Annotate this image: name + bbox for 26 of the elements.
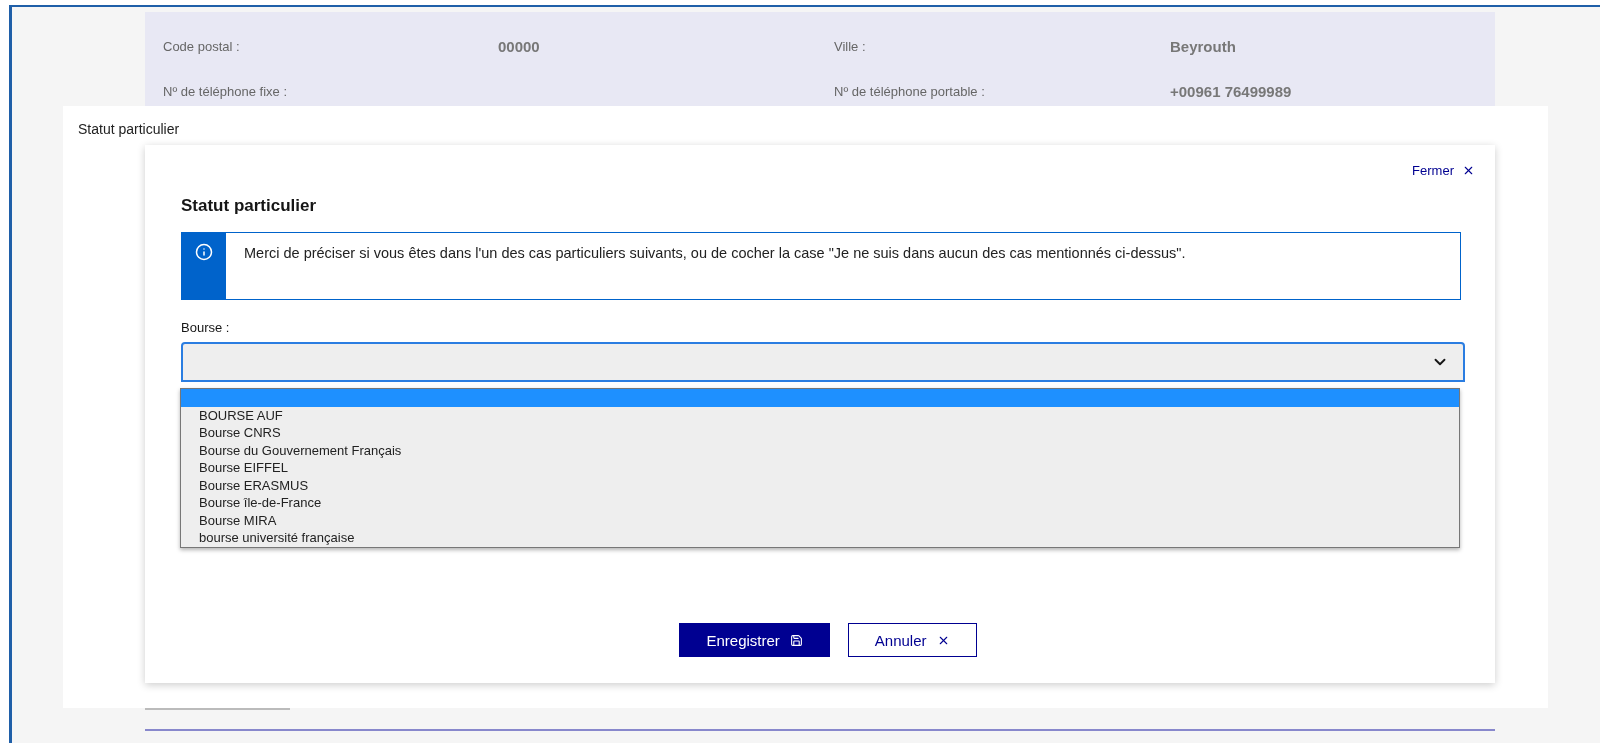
field-label: Nº de téléphone fixe : [163, 84, 288, 99]
field-value: 00000 [498, 38, 541, 55]
dropdown-option[interactable]: Bourse île-de-France [181, 494, 1459, 512]
dropdown-option[interactable]: Bourse du Gouvernement Français [181, 441, 1459, 459]
close-icon [1462, 164, 1475, 177]
save-button[interactable]: Enregistrer [679, 623, 830, 657]
notice-text: Merci de préciser si vous êtes dans l'un des cas particuliers suivants, ou de cocher la case "Je ne suis dans aucun des cas mentionnés ci-dessus". [243, 244, 1187, 263]
info-icon [195, 243, 213, 261]
close-button[interactable]: Fermer [1412, 159, 1475, 182]
dropdown-option[interactable]: Bourse CNRS [181, 424, 1459, 442]
field-value: +00961 76499989 [1170, 83, 1293, 100]
field-label: Bourse : [181, 320, 231, 335]
section-title: Statut particulier [77, 120, 181, 139]
dropdown-option[interactable]: Bourse ERASMUS [181, 476, 1459, 494]
select-field[interactable] [181, 342, 1465, 382]
dropdown-option[interactable]: Bourse MIRA [181, 511, 1459, 529]
dropdown-option[interactable]: Bourse EIFFEL [181, 459, 1459, 477]
dropdown-option[interactable]: bourse université française [181, 529, 1459, 547]
save-icon [789, 633, 803, 647]
cancel-button[interactable]: Annuler [847, 623, 977, 657]
dropdown-option[interactable]: BOURSE AUF [181, 406, 1459, 424]
dialog-title: Statut particulier [181, 196, 318, 216]
field-label: Ville : [834, 39, 867, 54]
field-label: Nº de téléphone portable : [834, 84, 986, 99]
field-value: Beyrouth [1170, 38, 1237, 55]
field-label: Code postal : [163, 39, 241, 54]
